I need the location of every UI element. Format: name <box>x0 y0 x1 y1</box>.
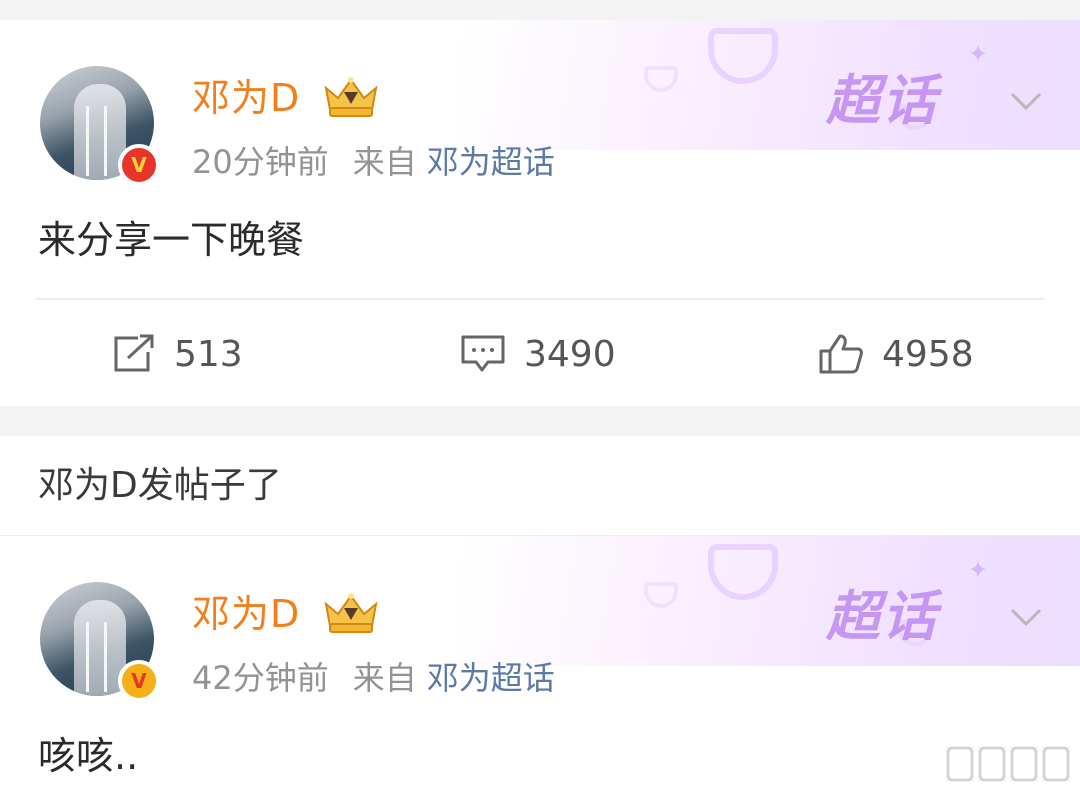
sparkle-icon: ✦ <box>968 556 989 584</box>
post-time: 42分钟前 <box>192 659 329 697</box>
username[interactable]: 邓为D <box>192 590 300 638</box>
supertopic-label: 超话 <box>826 69 938 132</box>
comment-count: 3490 <box>524 333 616 375</box>
chevron-down-icon[interactable] <box>1008 598 1044 634</box>
source-link[interactable]: 邓为超话 <box>427 659 555 697</box>
verified-v-badge-icon: V <box>118 144 160 186</box>
repost-icon <box>114 334 154 372</box>
notice-text: 邓为D发帖子了 <box>38 465 282 506</box>
weibo-feed: V 邓为D 20分钟前 来自 邓为超话 超话 ✦ 来分享一下晚餐 513 349… <box>0 0 1080 794</box>
crown-badge-icon <box>324 593 378 633</box>
crown-badge-icon <box>324 77 378 117</box>
repost-button[interactable]: 513 <box>112 326 243 382</box>
like-button[interactable]: 4958 <box>818 326 974 382</box>
post-content[interactable]: 咳咳.. <box>38 732 138 780</box>
diamond-decoration-icon <box>644 66 678 92</box>
chevron-down-icon[interactable] <box>1008 82 1044 118</box>
post-content[interactable]: 来分享一下晚餐 <box>38 216 304 264</box>
post-card[interactable]: V 邓为D 42分钟前 来自 邓为超话 超话 ✦ 咳咳.. <box>0 536 1080 794</box>
from-label: 来自 <box>352 143 417 181</box>
action-bar: 513 3490 4958 <box>0 326 1080 382</box>
divider <box>36 298 1044 300</box>
sparkle-icon: ✦ <box>968 40 989 68</box>
post-meta: 20分钟前 来自 邓为超话 <box>192 142 555 182</box>
comment-button[interactable]: 3490 <box>460 326 616 382</box>
diamond-decoration-icon <box>644 582 678 608</box>
diamond-decoration-icon <box>708 544 778 600</box>
repost-count: 513 <box>174 333 243 375</box>
watermark-icon <box>946 746 1070 782</box>
post-time: 20分钟前 <box>192 143 329 181</box>
top-separator <box>0 0 1080 20</box>
comment-icon <box>461 335 505 372</box>
source-link[interactable]: 邓为超话 <box>427 143 555 181</box>
supertopic-label: 超话 <box>826 585 938 648</box>
post-card[interactable]: V 邓为D 20分钟前 来自 邓为超话 超话 ✦ 来分享一下晚餐 513 349… <box>0 20 1080 406</box>
notice-bar[interactable]: 邓为D发帖子了 <box>0 436 1080 536</box>
post-meta: 42分钟前 来自 邓为超话 <box>192 658 555 698</box>
username[interactable]: 邓为D <box>192 74 300 122</box>
verified-v-badge-icon: V <box>118 660 160 702</box>
like-count: 4958 <box>882 333 974 375</box>
from-label: 来自 <box>352 659 417 697</box>
diamond-decoration-icon <box>708 28 778 84</box>
section-gap <box>0 406 1080 436</box>
thumbs-up-icon <box>819 334 863 374</box>
